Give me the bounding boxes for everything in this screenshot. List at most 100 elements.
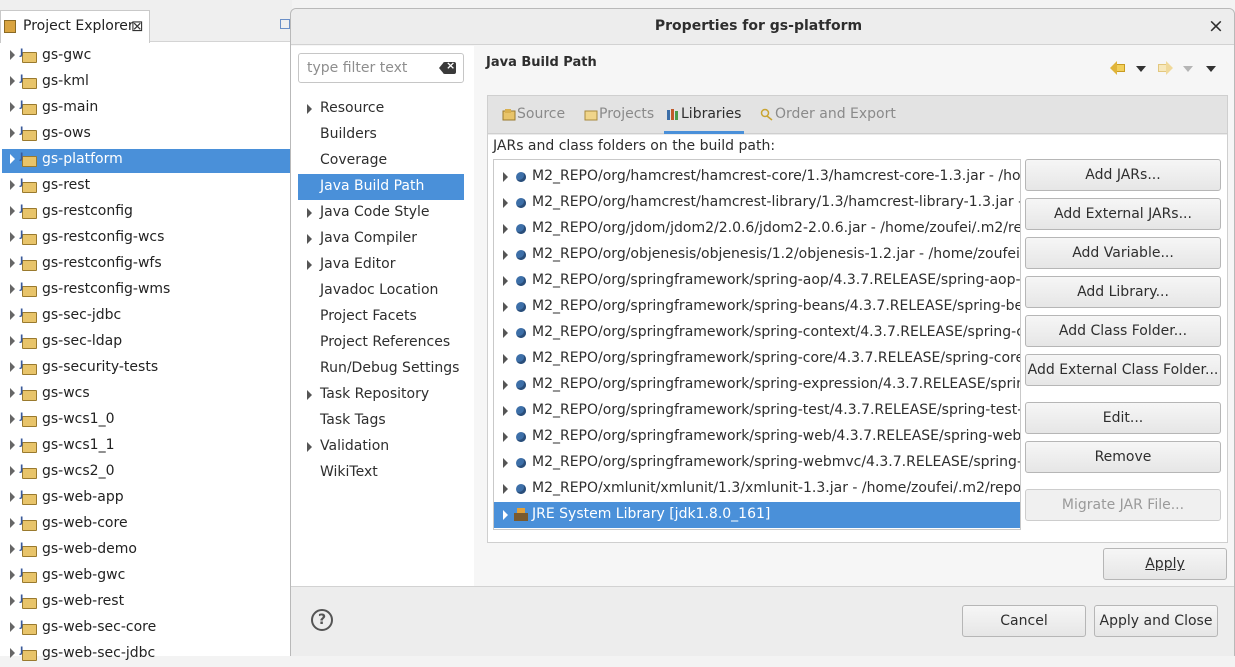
nav-item-resource[interactable]: Resource: [298, 96, 464, 122]
nav-item-project-facets[interactable]: Project Facets: [298, 304, 464, 330]
library-row[interactable]: M2_REPO/org/springframework/spring-conte…: [494, 320, 1020, 346]
expand-arrow-icon[interactable]: [10, 102, 15, 112]
project-tree-item-gs-restconfig[interactable]: Jgs-restconfig: [2, 201, 290, 225]
project-tree-item-gs-platform[interactable]: Jgs-platform: [2, 149, 290, 173]
library-row-jre[interactable]: JRE System Library [jdk1.8.0_161]: [494, 502, 1020, 528]
expand-arrow-icon[interactable]: [10, 284, 15, 294]
apply-button[interactable]: Apply: [1103, 548, 1227, 580]
expand-arrow-icon[interactable]: [10, 414, 15, 424]
expand-arrow-icon[interactable]: [503, 276, 508, 286]
filter-input[interactable]: [305, 59, 431, 77]
view-menu-icon[interactable]: [1206, 66, 1216, 72]
expand-arrow-icon[interactable]: [307, 208, 312, 218]
library-row[interactable]: M2_REPO/org/objenesis/objenesis/1.2/obje…: [494, 242, 1020, 268]
project-tree-item-gs-gwc[interactable]: Jgs-gwc: [2, 45, 290, 69]
forward-history-dropdown-icon[interactable]: [1183, 66, 1193, 72]
project-tree-item-gs-wcs2-0[interactable]: Jgs-wcs2_0: [2, 461, 290, 485]
project-tree-item-gs-web-sec-jdbc[interactable]: Jgs-web-sec-jdbc: [2, 643, 290, 667]
add-variable-button[interactable]: Add Variable...: [1025, 237, 1221, 269]
expand-arrow-icon[interactable]: [10, 596, 15, 606]
tab-order-and-export[interactable]: Order and Export: [758, 96, 896, 134]
library-row[interactable]: M2_REPO/org/springframework/spring-aop/4…: [494, 268, 1020, 294]
add-library-button[interactable]: Add Library...: [1025, 276, 1221, 308]
nav-item-validation[interactable]: Validation: [298, 434, 464, 460]
nav-item-java-editor[interactable]: Java Editor: [298, 252, 464, 278]
nav-item-builders[interactable]: Builders: [298, 122, 464, 148]
expand-arrow-icon[interactable]: [503, 302, 508, 312]
expand-arrow-icon[interactable]: [10, 570, 15, 580]
project-tree-item-gs-kml[interactable]: Jgs-kml: [2, 71, 290, 95]
expand-arrow-icon[interactable]: [10, 258, 15, 268]
add-class-folder-button[interactable]: Add Class Folder...: [1025, 315, 1221, 347]
add-external-jars-button[interactable]: Add External JARs...: [1025, 198, 1221, 230]
expand-arrow-icon[interactable]: [503, 406, 508, 416]
add-jars-button[interactable]: Add JARs...: [1025, 159, 1221, 191]
expand-arrow-icon[interactable]: [10, 544, 15, 554]
expand-arrow-icon[interactable]: [10, 232, 15, 242]
close-icon[interactable]: ⊠: [131, 17, 144, 35]
project-tree-item-gs-wcs1-1[interactable]: Jgs-wcs1_1: [2, 435, 290, 459]
project-tree-item-gs-ows[interactable]: Jgs-ows: [2, 123, 290, 147]
tab-projects[interactable]: Projects: [582, 96, 654, 134]
project-explorer-tab[interactable]: Project Explorer ⊠: [0, 10, 150, 43]
clear-filter-icon[interactable]: ×: [439, 59, 456, 74]
expand-arrow-icon[interactable]: [503, 250, 508, 260]
nav-item-java-build-path[interactable]: Java Build Path: [298, 174, 464, 200]
nav-item-javadoc-location[interactable]: Javadoc Location: [298, 278, 464, 304]
cancel-button[interactable]: Cancel: [962, 605, 1086, 637]
expand-arrow-icon[interactable]: [307, 390, 312, 400]
expand-arrow-icon[interactable]: [10, 518, 15, 528]
library-row[interactable]: M2_REPO/org/jdom/jdom2/2.0.6/jdom2-2.0.6…: [494, 216, 1020, 242]
expand-arrow-icon[interactable]: [503, 380, 508, 390]
tab-source[interactable]: Source: [500, 96, 566, 134]
nav-item-java-code-style[interactable]: Java Code Style: [298, 200, 464, 226]
project-tree-item-gs-sec-jdbc[interactable]: Jgs-sec-jdbc: [2, 305, 290, 329]
project-tree-item-gs-restconfig-wms[interactable]: Jgs-restconfig-wms: [2, 279, 290, 303]
expand-arrow-icon[interactable]: [10, 362, 15, 372]
nav-item-coverage[interactable]: Coverage: [298, 148, 464, 174]
nav-item-project-references[interactable]: Project References: [298, 330, 464, 356]
library-row[interactable]: M2_REPO/org/springframework/spring-web/4…: [494, 424, 1020, 450]
expand-arrow-icon[interactable]: [307, 260, 312, 270]
expand-arrow-icon[interactable]: [503, 432, 508, 442]
expand-arrow-icon[interactable]: [503, 198, 508, 208]
expand-arrow-icon[interactable]: [10, 310, 15, 320]
project-tree-item-gs-wcs[interactable]: Jgs-wcs: [2, 383, 290, 407]
library-row[interactable]: M2_REPO/org/hamcrest/hamcrest-core/1.3/h…: [494, 164, 1020, 190]
library-row[interactable]: M2_REPO/org/springframework/spring-core/…: [494, 346, 1020, 372]
expand-arrow-icon[interactable]: [503, 354, 508, 364]
build-path-library-list[interactable]: M2_REPO/org/hamcrest/hamcrest-core/1.3/h…: [493, 159, 1021, 530]
expand-arrow-icon[interactable]: [10, 206, 15, 216]
expand-arrow-icon[interactable]: [503, 510, 508, 520]
forward-arrow-icon[interactable]: [1158, 61, 1174, 75]
project-tree-item-gs-restconfig-wcs[interactable]: Jgs-restconfig-wcs: [2, 227, 290, 251]
apply-and-close-button[interactable]: Apply and Close: [1094, 605, 1218, 637]
nav-item-java-compiler[interactable]: Java Compiler: [298, 226, 464, 252]
project-tree-item-gs-restconfig-wfs[interactable]: Jgs-restconfig-wfs: [2, 253, 290, 277]
nav-item-task-tags[interactable]: Task Tags: [298, 408, 464, 434]
expand-arrow-icon[interactable]: [503, 484, 508, 494]
project-tree-item-gs-web-gwc[interactable]: Jgs-web-gwc: [2, 565, 290, 589]
back-history-dropdown-icon[interactable]: [1136, 66, 1146, 72]
project-tree-item-gs-main[interactable]: Jgs-main: [2, 97, 290, 121]
dialog-titlebar[interactable]: Properties for gs-platform ×: [291, 9, 1234, 45]
library-row[interactable]: M2_REPO/org/springframework/spring-expre…: [494, 372, 1020, 398]
project-tree-item-gs-web-app[interactable]: Jgs-web-app: [2, 487, 290, 511]
nav-item-run-debug-settings[interactable]: Run/Debug Settings: [298, 356, 464, 382]
project-tree-item-gs-web-core[interactable]: Jgs-web-core: [2, 513, 290, 537]
project-tree-item-gs-wcs1-0[interactable]: Jgs-wcs1_0: [2, 409, 290, 433]
add-external-class-folder-button[interactable]: Add External Class Folder...: [1025, 354, 1221, 386]
minimize-icon[interactable]: [280, 19, 290, 29]
migrate-jar-file-button[interactable]: Migrate JAR File...: [1025, 489, 1221, 521]
expand-arrow-icon[interactable]: [10, 466, 15, 476]
expand-arrow-icon[interactable]: [10, 180, 15, 190]
tab-libraries[interactable]: Libraries: [664, 96, 744, 134]
expand-arrow-icon[interactable]: [10, 76, 15, 86]
edit-button[interactable]: Edit...: [1025, 402, 1221, 434]
expand-arrow-icon[interactable]: [10, 50, 15, 60]
expand-arrow-icon[interactable]: [503, 172, 508, 182]
expand-arrow-icon[interactable]: [10, 154, 15, 164]
library-row[interactable]: M2_REPO/org/springframework/spring-beans…: [494, 294, 1020, 320]
expand-arrow-icon[interactable]: [307, 104, 312, 114]
expand-arrow-icon[interactable]: [10, 492, 15, 502]
